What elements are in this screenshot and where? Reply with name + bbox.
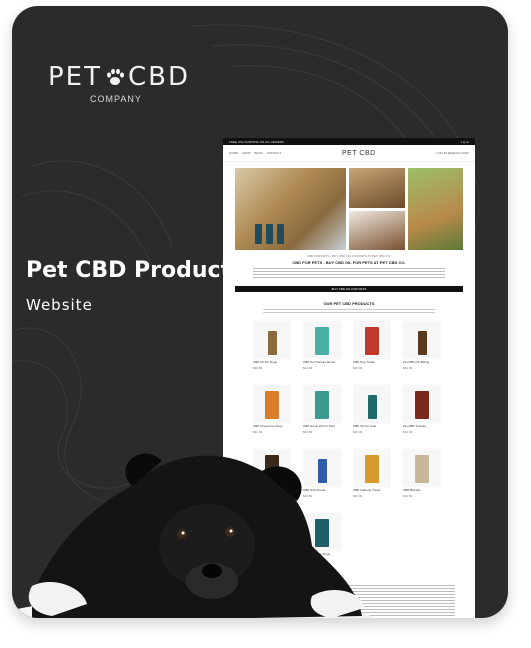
- banner-heading: CBD FOR PETS - BUY CBD OIL FOR PETS AT P…: [292, 260, 406, 265]
- product-name[interactable]: Pet CBD Oil 300mg: [403, 360, 441, 365]
- product-card[interactable]: CBD Oil For Dogs $39.99: [253, 321, 291, 385]
- product-name[interactable]: CBD Pet Tincture Drops: [303, 360, 341, 365]
- product-price: $39.99: [253, 365, 263, 370]
- banner-dog-image: [349, 168, 405, 208]
- product-image[interactable]: [253, 321, 291, 359]
- black-dog-image: [12, 453, 372, 618]
- nav-blog[interactable]: BLOG: [255, 151, 263, 155]
- product-name[interactable]: Pet CBD Tincture: [403, 424, 441, 429]
- banner-horse-image: [349, 210, 405, 250]
- product-name[interactable]: CBD Biscuits: [403, 488, 441, 493]
- site-logo[interactable]: PET CBD: [342, 150, 376, 157]
- product-card[interactable]: Pet CBD Oil 300mg $49.99: [403, 321, 441, 385]
- product-image[interactable]: [403, 385, 441, 423]
- product-package: [367, 395, 377, 419]
- cta-bar-text: BUY CBD OIL FOR PETS: [331, 287, 367, 291]
- brand-name-right: CBD: [128, 62, 191, 92]
- site-topbar: FREE USA SHIPPING ON ALL ORDERS f ig tw: [223, 138, 475, 145]
- product-card[interactable]: CBD Dog Treats $29.99: [353, 321, 391, 385]
- nav-contact[interactable]: CONTACT: [267, 151, 281, 155]
- social-icons[interactable]: f ig tw: [461, 140, 469, 144]
- product-price: $29.99: [353, 365, 363, 370]
- product-price: $44.99: [303, 365, 313, 370]
- product-package: [415, 391, 429, 419]
- product-price: $49.99: [403, 365, 413, 370]
- banner-tagline: CBD FOR PETS - BUY CBD OIL FOR PETS AT P…: [307, 254, 391, 258]
- product-package: [265, 391, 279, 419]
- products-title: OUR PET CBD PRODUCTS: [323, 301, 375, 306]
- product-package: [267, 331, 277, 355]
- cta-bar[interactable]: BUY CBD OIL FOR PETS: [235, 286, 463, 292]
- product-image[interactable]: [403, 449, 441, 487]
- showcase-card: PET CBD COMPANY Pet CBD Product Website …: [12, 6, 508, 618]
- product-price: $44.99: [403, 429, 413, 434]
- product-package: [365, 327, 379, 355]
- products-intro: [263, 309, 435, 313]
- product-image[interactable]: [303, 321, 341, 359]
- topbar-left: FREE USA SHIPPING ON ALL ORDERS: [229, 139, 284, 144]
- product-image[interactable]: [253, 385, 291, 423]
- brand-sub: COMPANY: [90, 94, 142, 104]
- brand-name-left: PET: [48, 62, 102, 92]
- product-name[interactable]: CBD Oil For Dogs: [253, 360, 291, 365]
- banner-blurb: [253, 268, 445, 278]
- banner-dog-bottles-image: [235, 168, 346, 250]
- product-image[interactable]: [353, 385, 391, 423]
- product-card[interactable]: Pet CBD Tincture $44.99: [403, 385, 441, 449]
- product-image[interactable]: [353, 321, 391, 359]
- nav-home[interactable]: HOME: [229, 151, 238, 155]
- product-name[interactable]: CBD Dog Treats: [353, 360, 391, 365]
- nav-account[interactable]: LOG IN SEARCH CART: [437, 151, 469, 155]
- product-image[interactable]: [303, 385, 341, 423]
- product-package: [415, 455, 429, 483]
- product-package: [315, 391, 329, 419]
- product-image[interactable]: [403, 321, 441, 359]
- banner-dog-field-image: [407, 168, 463, 250]
- site-nav: HOME SHOP BLOG CONTACT PET CBD LOG IN SE…: [223, 145, 475, 162]
- hero-subtitle: Website: [26, 296, 93, 314]
- brand-logo: PET CBD COMPANY: [48, 62, 190, 104]
- paw-icon: [107, 68, 124, 85]
- product-package: [417, 331, 427, 355]
- product-price: $24.99: [403, 493, 413, 498]
- hero-title: Pet CBD Product: [26, 258, 232, 283]
- product-card[interactable]: CBD Biscuits $24.99: [403, 449, 441, 513]
- nav-shop[interactable]: SHOP: [242, 151, 251, 155]
- product-card[interactable]: CBD Pet Tincture Drops $44.99: [303, 321, 341, 385]
- hero-banner: [223, 162, 475, 250]
- product-package: [315, 327, 329, 355]
